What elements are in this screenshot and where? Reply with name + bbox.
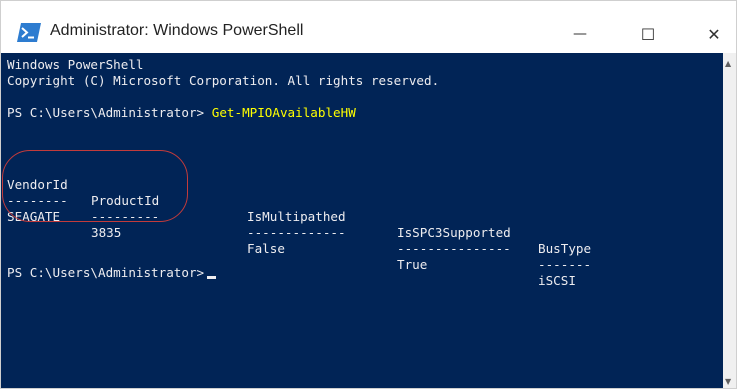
table-cell-bustype: iSCSI (538, 273, 576, 288)
table-row: SEAGATE 3835 False True iSCSI (7, 193, 576, 305)
table-header-cell: BusType (538, 241, 592, 256)
close-icon: ✕ (707, 24, 721, 44)
minimize-button[interactable]: — (557, 15, 603, 53)
minimize-icon: — (573, 26, 587, 42)
window-title: Administrator: Windows PowerShell (50, 22, 304, 39)
text-cursor (207, 276, 217, 279)
table-separator: ------------- (247, 225, 346, 240)
command-line: PS C:\Users\Administrator> Get-MPIOAvail… (7, 105, 356, 121)
table-separator: --------------- (397, 241, 511, 256)
table-header-cell: IsSPC3Supported (397, 225, 511, 240)
table-cell-isspc3supported: True (397, 257, 428, 272)
maximize-icon: ☐ (640, 24, 656, 44)
prompt-text: PS C:\Users\Administrator> (7, 105, 205, 120)
table-separator: ------- (538, 257, 592, 272)
table-header-cell: IsMultipathed (247, 209, 346, 224)
table-cell-ismultipathed: False (247, 241, 285, 256)
table-cell-vendorid: SEAGATE (7, 209, 61, 224)
arrow-up-icon[interactable]: ▲ (725, 59, 731, 68)
console-header-line: Windows PowerShell (7, 57, 144, 72)
console-copyright-line: Copyright (C) Microsoft Corporation. All… (7, 73, 440, 88)
powershell-icon (17, 23, 41, 42)
close-button[interactable]: ✕ (691, 15, 736, 53)
arrow-down-icon[interactable]: ▼ (725, 377, 731, 386)
table-header-cell: ProductId (91, 193, 160, 208)
prompt-text: PS C:\Users\Administrator> (7, 265, 205, 280)
prompt-line: PS C:\Users\Administrator> (7, 265, 217, 281)
maximize-button[interactable]: ☐ (625, 15, 671, 53)
vertical-scrollbar[interactable]: ▲ ▼ (723, 53, 736, 388)
powershell-window: Administrator: Windows PowerShell — ☐ ✕ … (0, 0, 737, 389)
table-separator: --------- (91, 209, 160, 224)
command-text: Get-MPIOAvailableHW (211, 105, 356, 120)
table-cell-productid: 3835 (91, 225, 122, 240)
console-output[interactable]: Windows PowerShell Copyright (C) Microso… (1, 53, 723, 388)
title-bar[interactable]: Administrator: Windows PowerShell — ☐ ✕ (1, 1, 736, 53)
